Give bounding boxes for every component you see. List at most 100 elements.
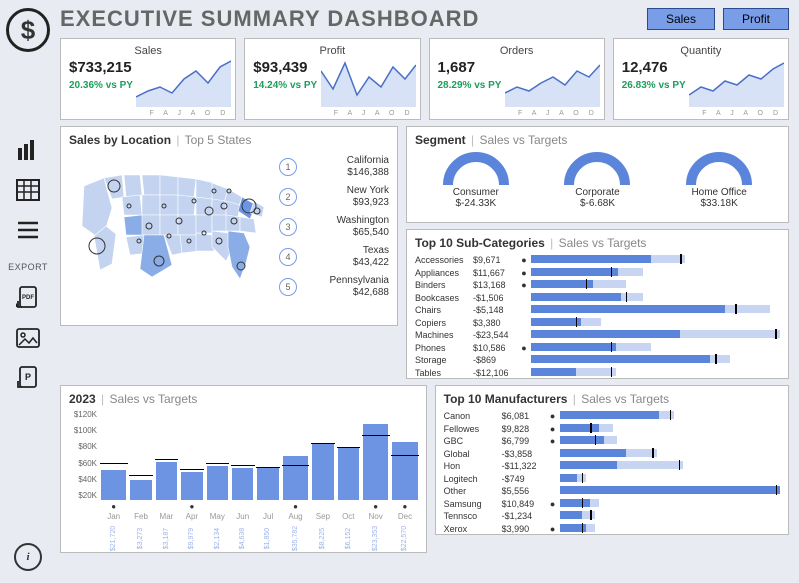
tab-profit[interactable]: Profit — [723, 8, 789, 30]
bar-row[interactable]: Canon $6,081 ● — [444, 410, 780, 423]
month-name: Jan — [107, 512, 120, 521]
kpi-months: F A J A O D — [334, 110, 414, 117]
location-title: Sales by Location — [69, 133, 171, 147]
bar-chart-icon[interactable] — [14, 136, 42, 164]
bar-label: Samsung — [444, 499, 502, 509]
bar-label: Tables — [415, 368, 473, 378]
segment-item[interactable]: Consumer$-24.33K — [440, 151, 512, 209]
segment-item[interactable]: Home Office$33.18K — [683, 151, 755, 209]
bar-row[interactable]: Xerox $3,990 ● — [444, 523, 780, 536]
bar-row[interactable]: Other $5,556 — [444, 485, 780, 498]
tab-sales[interactable]: Sales — [647, 8, 715, 30]
month-bar — [232, 468, 253, 500]
rank-badge: 5 — [279, 278, 297, 296]
bar-row[interactable]: Storage -$869 — [415, 354, 780, 367]
kpi-card[interactable]: Orders 1,687 28.29% vs PY F A J A O D — [429, 38, 605, 120]
month-dot: ● — [373, 502, 378, 511]
state-item[interactable]: 1California$146,388 — [279, 155, 389, 179]
month-column[interactable]: ● Jan $21,720 — [101, 470, 126, 542]
bar-row[interactable]: Logitech -$749 — [444, 473, 780, 486]
kpi-card[interactable]: Profit $93,439 14.24% vs PY F A J A O D — [244, 38, 420, 120]
month-name: Aug — [288, 512, 302, 521]
rank-badge: 2 — [279, 188, 297, 206]
bar-row[interactable]: Fellowes $9,828 ● — [444, 423, 780, 436]
month-name: Jul — [263, 512, 273, 521]
segment-item[interactable]: Corporate$-6.68K — [561, 151, 633, 209]
state-item[interactable]: 3Washington$65,540 — [279, 215, 389, 239]
y-axis-label: $20K — [69, 491, 97, 500]
bar-label: Global — [444, 449, 502, 459]
bar-chart — [560, 461, 780, 471]
subcat-subtitle: Sales vs Targets — [559, 236, 647, 250]
bar-label: Logitech — [444, 474, 502, 484]
month-column[interactable]: Jul $1,850 — [257, 468, 278, 542]
subcat-title: Top 10 Sub-Categories — [415, 236, 545, 250]
state-item[interactable]: 5Pennsylvania$42,688 — [279, 275, 389, 299]
segment-name: Home Office — [683, 187, 755, 198]
month-column[interactable]: ● Dec $22,570 — [392, 442, 417, 542]
bar-dot: ● — [517, 268, 531, 278]
bar-row[interactable]: Bookcases -$1,506 — [415, 292, 780, 305]
export-label: EXPORT — [8, 262, 48, 272]
kpi-card[interactable]: Sales $733,215 20.36% vs PY F A J A O D — [60, 38, 236, 120]
month-column[interactable]: ● Aug $35,782 — [283, 456, 308, 542]
export-image-icon[interactable] — [14, 324, 42, 352]
bar-chart — [531, 318, 780, 328]
bar-row[interactable]: Hon -$11,322 — [444, 460, 780, 473]
month-column[interactable]: ● Apr $9,979 — [181, 472, 202, 542]
export-pdf-icon[interactable]: PDF — [14, 284, 42, 312]
manufacturers-panel: Top 10 Manufacturers | Sales vs Targets … — [435, 385, 789, 535]
month-bar — [283, 456, 308, 500]
segment-name: Corporate — [561, 187, 633, 198]
page-title: EXECUTIVE SUMMARY DASHBOARD — [60, 6, 479, 32]
bar-row[interactable]: Samsung $10,849 ● — [444, 498, 780, 511]
bar-row[interactable]: Global -$3,858 — [444, 448, 780, 461]
bar-row[interactable]: Tennsco -$1,234 — [444, 510, 780, 523]
bar-chart — [560, 411, 780, 421]
bar-row[interactable]: GBC $6,799 ● — [444, 435, 780, 448]
sales-by-location-panel: Sales by Location | Top 5 States — [60, 126, 398, 326]
month-column[interactable]: Mar $3,187 — [156, 462, 177, 542]
bar-row[interactable]: Phones $10,586 ● — [415, 342, 780, 355]
month-column[interactable]: May $2,134 — [207, 466, 228, 542]
mfr-subtitle: Sales vs Targets — [581, 392, 669, 406]
bar-row[interactable]: Copiers $3,380 — [415, 317, 780, 330]
month-name: Nov — [369, 512, 383, 521]
menu-icon[interactable] — [14, 216, 42, 244]
bar-chart — [531, 368, 780, 378]
bar-row[interactable]: Chairs -$5,148 — [415, 304, 780, 317]
kpi-card[interactable]: Quantity 12,476 26.83% vs PY F A J A O D — [613, 38, 789, 120]
state-item[interactable]: 2New York$93,923 — [279, 185, 389, 209]
table-icon[interactable] — [14, 176, 42, 204]
month-bar — [312, 444, 333, 500]
bar-chart — [560, 424, 780, 434]
bar-chart — [560, 474, 780, 484]
state-item[interactable]: 4Texas$43,422 — [279, 245, 389, 269]
month-dot — [216, 502, 218, 511]
bar-row[interactable]: Machines -$23,544 — [415, 329, 780, 342]
segment-panel: Segment | Sales vs Targets Consumer$-24.… — [406, 126, 789, 223]
month-column[interactable]: Oct $6,152 — [338, 448, 359, 542]
month-column[interactable]: ● Nov $23,353 — [363, 424, 388, 542]
bar-value: $3,990 — [502, 524, 546, 534]
month-column[interactable]: Jun $4,638 — [232, 468, 253, 542]
bar-label: GBC — [444, 436, 502, 446]
us-map[interactable] — [69, 151, 279, 319]
monthly-panel: 2023 | Sales vs Targets $120K$100K$80K$6… — [60, 385, 427, 553]
gauge-icon — [683, 151, 755, 187]
bar-row[interactable]: Tables -$12,106 — [415, 367, 780, 380]
month-name: Feb — [134, 512, 148, 521]
month-column[interactable]: Sep $8,225 — [312, 444, 333, 542]
bar-value: $9,671 — [473, 255, 517, 265]
y-axis-label: $80K — [69, 442, 97, 451]
export-powerpoint-icon[interactable]: P — [14, 364, 42, 392]
bar-row[interactable]: Accessories $9,671 ● — [415, 254, 780, 267]
bar-chart — [560, 486, 780, 496]
bar-row[interactable]: Appliances $11,667 ● — [415, 267, 780, 280]
bar-dot: ● — [546, 411, 560, 421]
month-column[interactable]: Feb $3,273 — [130, 480, 151, 542]
bar-row[interactable]: Binders $13,168 ● — [415, 279, 780, 292]
month-bar — [257, 468, 278, 500]
info-icon[interactable]: i — [14, 543, 42, 571]
gauge-icon — [440, 151, 512, 187]
